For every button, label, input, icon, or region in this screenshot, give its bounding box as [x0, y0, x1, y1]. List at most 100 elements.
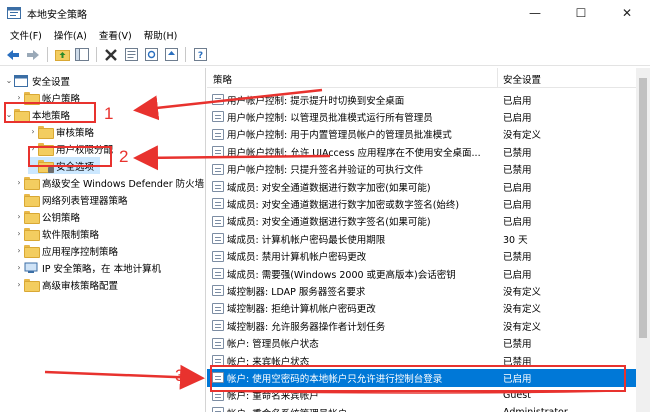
- tree-node-account-policies[interactable]: › 帐户策略: [14, 89, 80, 106]
- table-row[interactable]: 域成员: 禁用计算机帐户密码更改 已禁用: [207, 248, 650, 265]
- menu-view[interactable]: 查看(V): [93, 28, 138, 42]
- folder-icon: [24, 279, 40, 292]
- table-row[interactable]: 帐户: 重命名系统管理员帐户 Administrator: [207, 404, 650, 412]
- policy-icon: [212, 285, 224, 297]
- tree-label: 公钥策略: [42, 212, 81, 224]
- policy-name: 帐户: 来宾帐户状态: [227, 356, 310, 368]
- help-icon[interactable]: ?: [191, 46, 209, 64]
- expand-chevron-icon[interactable]: ›: [14, 242, 24, 259]
- expand-chevron-icon[interactable]: ›: [14, 208, 24, 225]
- scrollbar-thumb[interactable]: [639, 78, 647, 338]
- policy-name: 用户帐户控制: 用于内置管理员帐户的管理员批准模式: [227, 130, 452, 142]
- up-folder-icon[interactable]: [53, 46, 71, 64]
- table-row[interactable]: 域成员: 对安全通道数据进行数字签名(如果可能) 已启用: [207, 213, 650, 230]
- toolbar-separator: [47, 47, 48, 62]
- table-row[interactable]: 帐户: 管理员帐户状态 已禁用: [207, 335, 650, 352]
- tree-node-local-policies[interactable]: ⌄ 本地策略: [4, 106, 70, 123]
- policy-name: 域成员: 禁用计算机帐户密码更改: [227, 252, 367, 264]
- maximize-button[interactable]: ☐: [558, 0, 604, 26]
- close-button[interactable]: ✕: [604, 0, 650, 26]
- table-row[interactable]: 域控制器: 拒绝计算机帐户密码更改 没有定义: [207, 300, 650, 317]
- svg-text:?: ?: [197, 51, 202, 61]
- policy-icon: [212, 198, 224, 210]
- show-tree-icon[interactable]: [73, 46, 91, 64]
- back-arrow-icon[interactable]: [4, 46, 22, 64]
- menu-help[interactable]: 帮助(H): [138, 28, 184, 42]
- menu-file[interactable]: 文件(F): [4, 28, 48, 42]
- tree-node-defender-firewall[interactable]: › 高级安全 Windows Defender 防火墙: [14, 174, 204, 191]
- tree-label: 用户权限分配: [56, 144, 114, 156]
- policy-icon: [212, 320, 224, 332]
- policy-icon: [212, 302, 224, 314]
- folder-icon: [24, 177, 40, 190]
- forward-arrow-icon[interactable]: [24, 46, 42, 64]
- tree-label: 安全选项: [56, 161, 95, 173]
- table-row[interactable]: 帐户: 使用空密码的本地帐户只允许进行控制台登录 已启用: [207, 369, 650, 387]
- tree-node-network-list[interactable]: 网络列表管理器策略: [14, 191, 128, 208]
- expand-chevron-icon[interactable]: ⌄: [4, 106, 14, 123]
- column-header-setting[interactable]: 安全设置: [503, 72, 541, 86]
- policy-setting: 没有定义: [503, 287, 542, 299]
- tree-node-security-options[interactable]: 安全选项: [28, 157, 101, 174]
- table-row[interactable]: 域成员: 计算机帐户密码最长使用期限 30 天: [207, 230, 650, 247]
- column-header-policy[interactable]: 策略: [213, 72, 232, 86]
- policy-setting: 已禁用: [503, 165, 532, 177]
- tree-node-advanced-audit[interactable]: › 高级审核策略配置: [14, 276, 118, 293]
- table-row[interactable]: 域成员: 需要强(Windows 2000 或更高版本)会话密钥 已启用: [207, 265, 650, 282]
- tree-label: 审核策略: [56, 127, 95, 139]
- table-row[interactable]: 域成员: 对安全通道数据进行数字加密或数字签名(始终) 已启用: [207, 195, 650, 212]
- tree-node-ip-security[interactable]: › IP 安全策略，在 本地计算机: [14, 259, 161, 276]
- vertical-scrollbar[interactable]: [636, 68, 650, 412]
- expand-chevron-icon: [14, 191, 24, 208]
- minimize-button[interactable]: —: [512, 0, 558, 26]
- tree-node-audit-policy[interactable]: › 审核策略: [28, 123, 94, 140]
- tree-label: 本地策略: [32, 110, 71, 122]
- policy-name: 域控制器: LDAP 服务器签名要求: [227, 287, 366, 299]
- policy-name: 用户帐户控制: 只提升签名并验证的可执行文件: [227, 165, 424, 177]
- policy-name: 帐户: 重命名来宾帐户: [227, 391, 319, 403]
- table-row[interactable]: 帐户: 重命名来宾帐户 Guest: [207, 387, 650, 404]
- policy-icon: [212, 128, 224, 140]
- policy-setting: 已启用: [503, 113, 532, 125]
- expand-chevron-icon[interactable]: ›: [28, 123, 38, 140]
- policy-icon: [212, 389, 224, 401]
- title-bar: 本地安全策略 — ☐ ✕: [0, 0, 650, 26]
- expand-chevron-icon[interactable]: ›: [14, 276, 24, 293]
- properties-icon[interactable]: [122, 46, 140, 64]
- delete-icon[interactable]: [102, 46, 120, 64]
- tree-label: 帐户策略: [42, 93, 81, 105]
- folder-icon: [24, 211, 40, 224]
- policy-icon: [212, 355, 224, 366]
- expand-chevron-icon[interactable]: ›: [14, 174, 24, 191]
- table-row[interactable]: 域控制器: LDAP 服务器签名要求 没有定义: [207, 282, 650, 299]
- table-row[interactable]: 域成员: 对安全通道数据进行数字加密(如果可能) 已启用: [207, 178, 650, 195]
- table-row[interactable]: 域控制器: 允许服务器操作者计划任务 没有定义: [207, 317, 650, 334]
- expand-chevron-icon[interactable]: ⌄: [4, 72, 14, 89]
- tree-label: 高级安全 Windows Defender 防火墙: [42, 178, 205, 190]
- tree-node-software-restriction[interactable]: › 软件限制策略: [14, 225, 99, 242]
- table-row[interactable]: 用户帐户控制: 提示提升时切换到安全桌面 已启用: [207, 91, 650, 108]
- policy-setting: 已启用: [503, 182, 532, 194]
- export-list-icon[interactable]: [162, 46, 180, 64]
- table-row[interactable]: 用户帐户控制: 用于内置管理员帐户的管理员批准模式 没有定义: [207, 126, 650, 143]
- expand-chevron-icon[interactable]: ›: [14, 225, 24, 242]
- tree-node-public-key[interactable]: › 公钥策略: [14, 208, 80, 225]
- policy-name: 用户帐户控制: 以管理员批准模式运行所有管理员: [227, 113, 433, 125]
- folder-icon: [24, 92, 40, 105]
- table-row[interactable]: 帐户: 来宾帐户状态 已禁用: [207, 352, 650, 369]
- table-row[interactable]: 用户帐户控制: 以管理员批准模式运行所有管理员 已启用: [207, 108, 650, 125]
- menu-action[interactable]: 操作(A): [48, 28, 93, 42]
- tree-node-app-control[interactable]: › 应用程序控制策略: [14, 242, 118, 259]
- policy-name: 域成员: 对安全通道数据进行数字加密或数字签名(始终): [227, 200, 460, 212]
- expand-chevron-icon[interactable]: ›: [14, 259, 24, 276]
- expand-chevron-icon[interactable]: ›: [28, 140, 38, 157]
- tree-node-security-settings[interactable]: ⌄ 安全设置: [4, 72, 70, 89]
- expand-chevron-icon[interactable]: ›: [14, 89, 24, 106]
- tree-node-user-rights[interactable]: › 用户权限分配: [28, 140, 113, 157]
- policy-icon: [212, 250, 224, 262]
- table-row[interactable]: 用户帐户控制: 只提升签名并验证的可执行文件 已禁用: [207, 161, 650, 178]
- policy-name: 域成员: 计算机帐户密码最长使用期限: [227, 234, 386, 246]
- table-row[interactable]: 用户帐户控制: 允许 UIAccess 应用程序在不使用安全桌面... 已禁用: [207, 143, 650, 160]
- refresh-icon[interactable]: [142, 46, 160, 64]
- column-divider[interactable]: [497, 68, 498, 88]
